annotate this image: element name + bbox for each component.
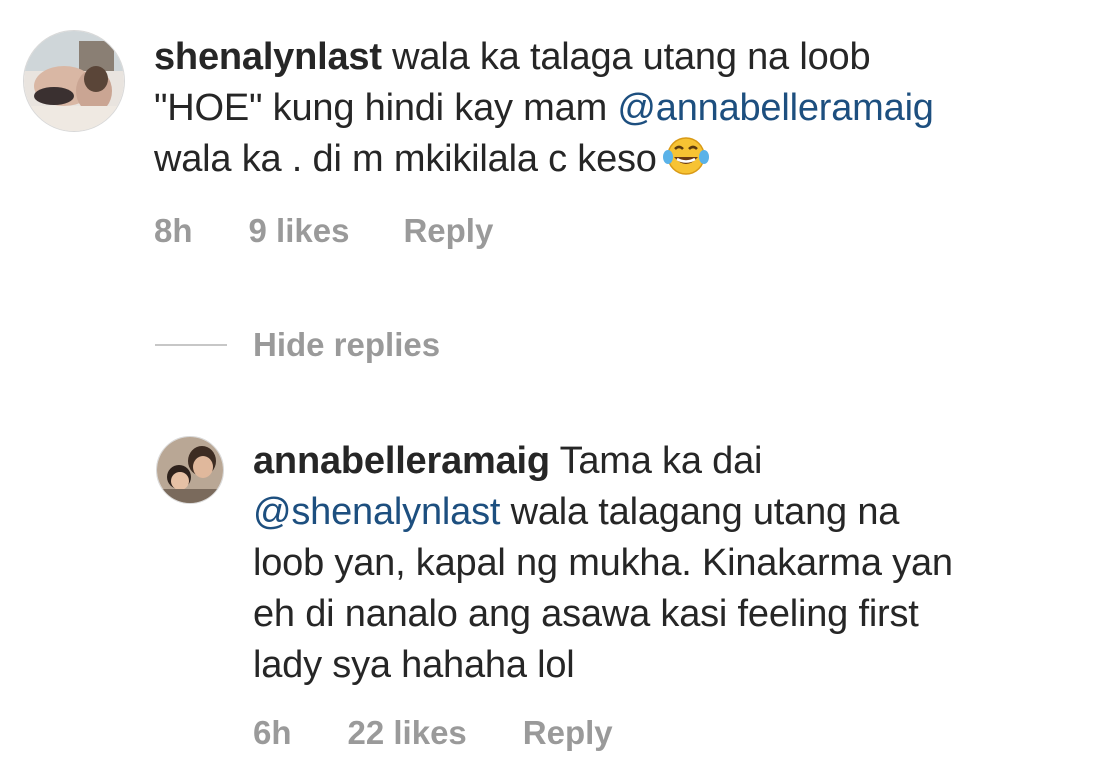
comment-text: wala ka . di m mkikilala c keso (154, 138, 657, 180)
comment-2-line-2: @shenalynlast wala talagang utang na (253, 487, 953, 538)
comment-text: "HOE" kung hindi kay mam (154, 87, 618, 129)
comment-text: Tama ka dai (559, 440, 763, 482)
comment-1-line-2: "HOE" kung hindi kay mam @annabelleramai… (154, 83, 934, 134)
comment-username[interactable]: annabelleramaig (253, 440, 550, 482)
comment-1-body: shenalynlast wala ka talaga utang na loo… (154, 32, 934, 191)
comment-username[interactable]: shenalynlast (154, 36, 382, 78)
comment-2-meta: 6h 22 likes Reply (253, 714, 613, 752)
comment-text: eh di nanalo ang asawa kasi feeling firs… (253, 593, 919, 635)
comment-text: lady sya hahaha lol (253, 644, 575, 686)
comment-text: loob yan, kapal ng mukha. Kinakarma yan (253, 542, 953, 584)
avatar-annabelleramaig[interactable] (156, 436, 224, 504)
comment-timestamp: 8h (154, 212, 193, 249)
hide-replies-toggle[interactable]: Hide replies (155, 320, 440, 370)
reply-button[interactable]: Reply (523, 714, 613, 752)
comment-1-line-3: wala ka . di m mkikilala c keso (154, 134, 934, 191)
comment-2-body: annabelleramaig Tama ka dai @shenalynlas… (253, 436, 953, 691)
comment-likes-link[interactable]: 22 likes (348, 714, 467, 752)
comment-1-meta: 8h 9 likes Reply (154, 212, 493, 250)
mention-link[interactable]: @shenalynlast (253, 491, 500, 533)
reply-button[interactable]: Reply (403, 212, 493, 250)
comment-2-line-5: lady sya hahaha lol (253, 640, 953, 691)
hide-replies-divider (155, 344, 227, 346)
comment-2-line-4: eh di nanalo ang asawa kasi feeling firs… (253, 589, 953, 640)
comment-timestamp: 6h (253, 714, 292, 751)
tears-of-joy-emoji-icon (662, 135, 709, 191)
avatar-photo-icon (157, 437, 223, 503)
avatar-shenalynlast[interactable] (23, 30, 125, 132)
comment-2-line-1: annabelleramaig Tama ka dai (253, 436, 953, 487)
hide-replies-label[interactable]: Hide replies (253, 326, 440, 364)
avatar-photo-icon (24, 31, 124, 131)
comment-text: wala ka talaga utang na loob (392, 36, 871, 78)
comment-likes-link[interactable]: 9 likes (249, 212, 350, 250)
comment-text: wala talagang utang na (500, 491, 900, 533)
comment-1-line-1: shenalynlast wala ka talaga utang na loo… (154, 32, 934, 83)
mention-link[interactable]: @annabelleramaig (617, 87, 934, 129)
comment-2-line-3: loob yan, kapal ng mukha. Kinakarma yan (253, 538, 953, 589)
